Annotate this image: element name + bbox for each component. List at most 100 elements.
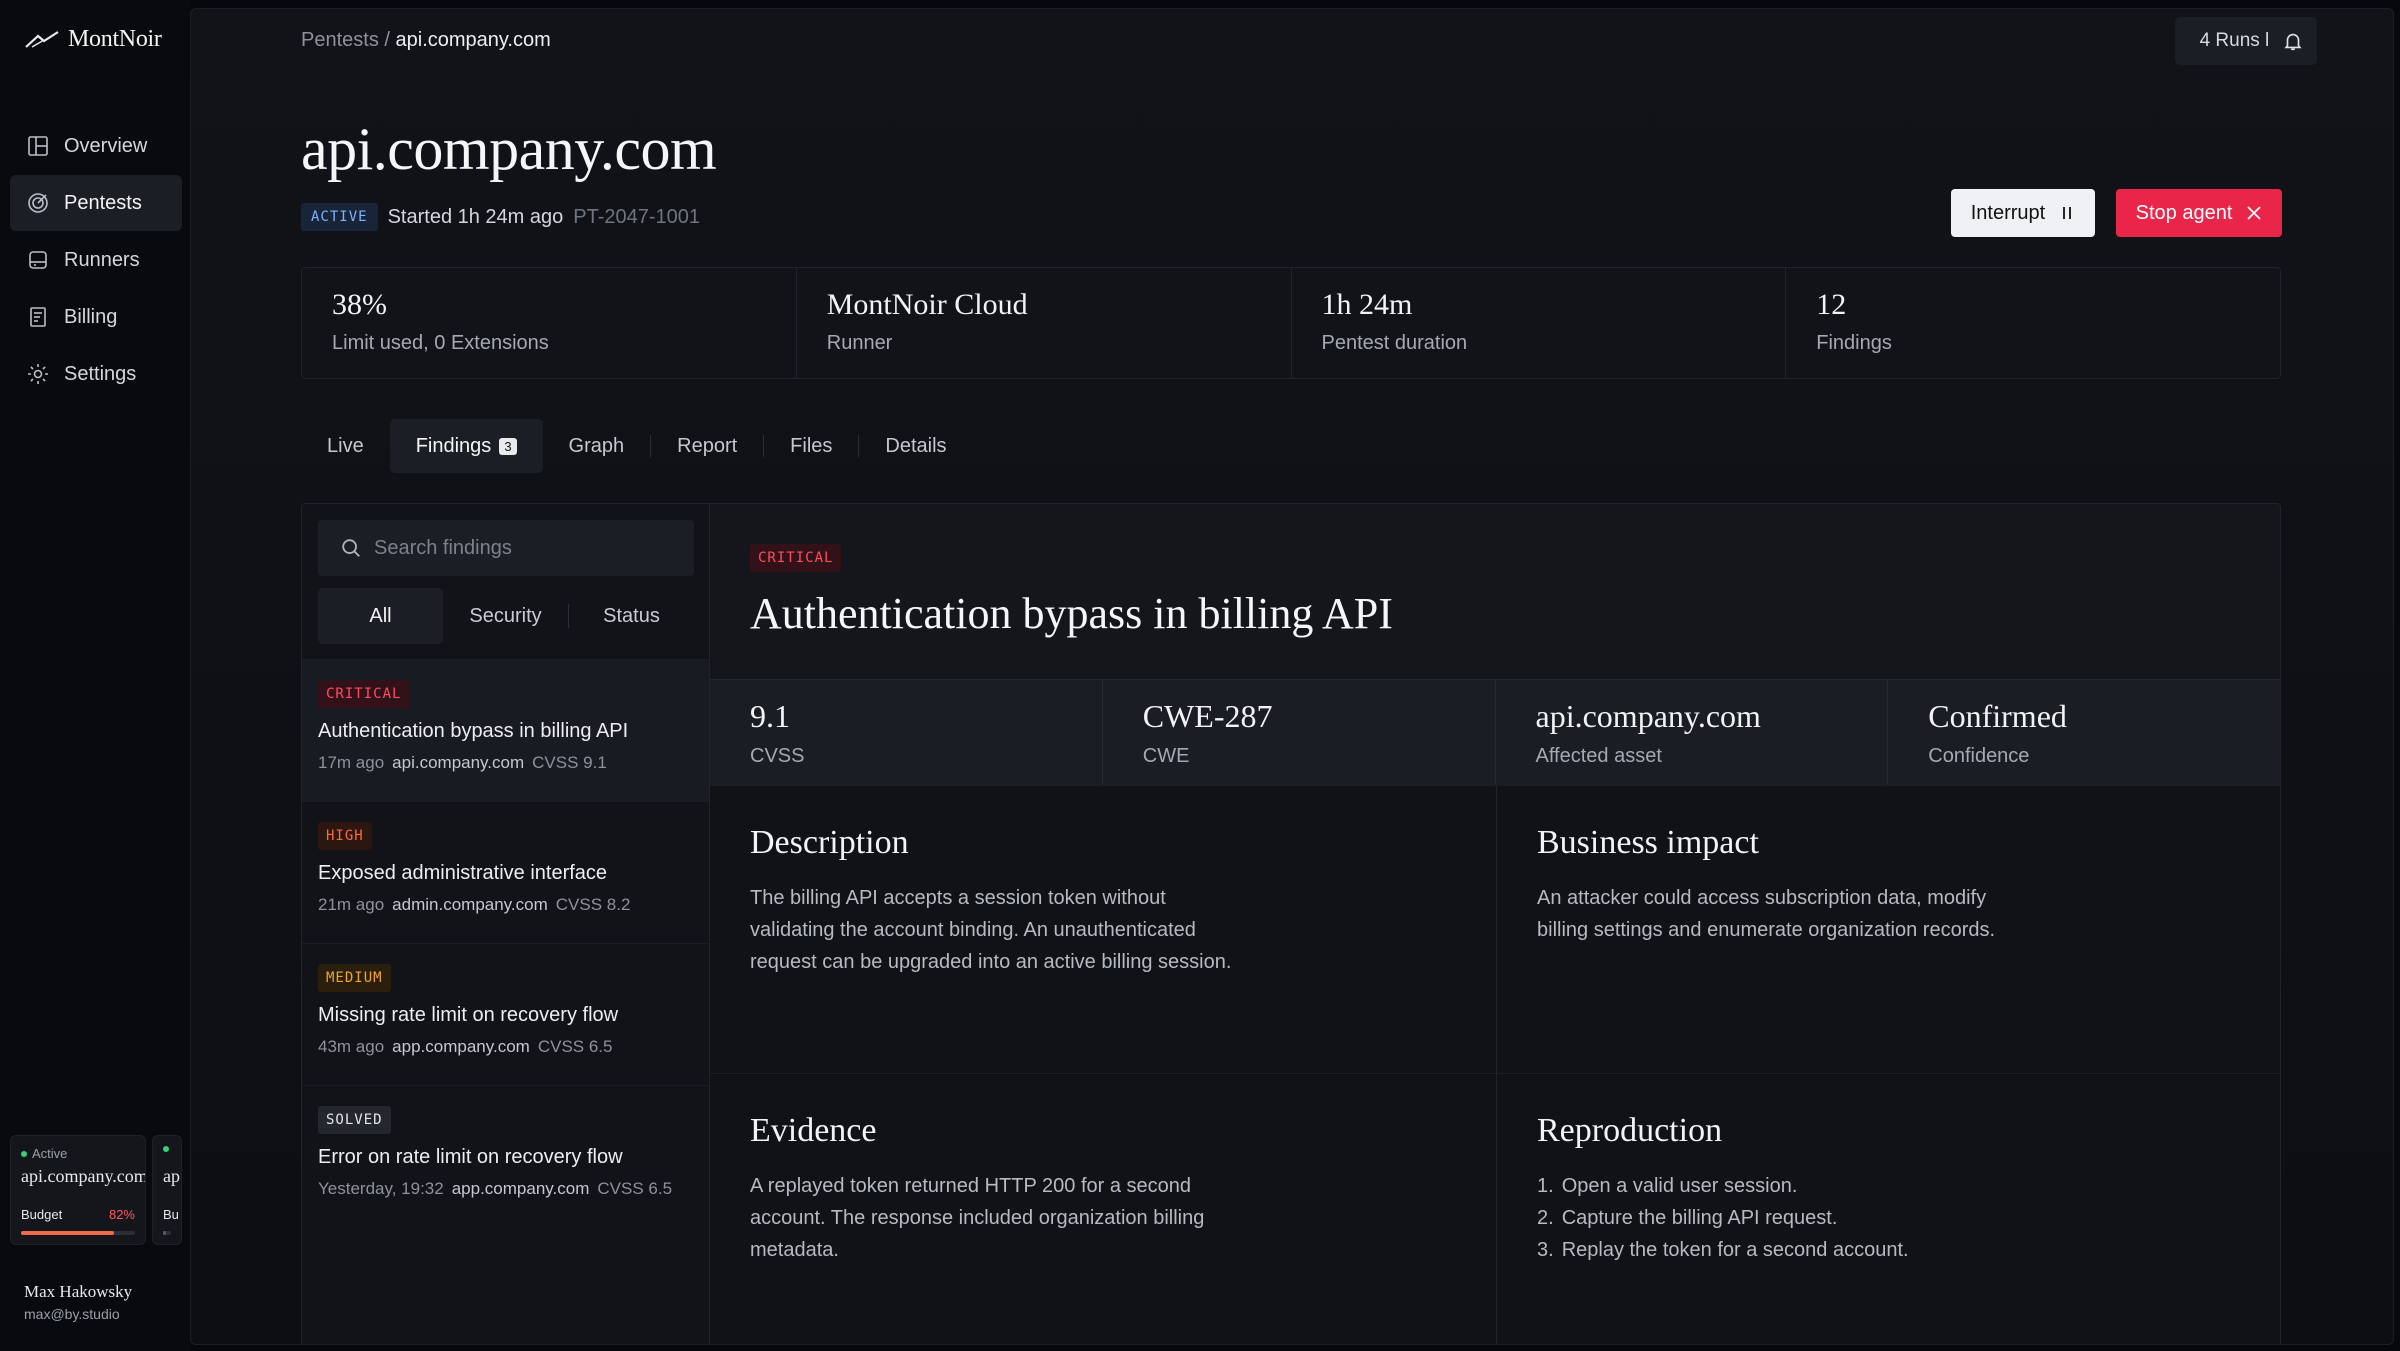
step-number: 1. (1537, 1175, 1554, 1197)
tab-label: Findings (415, 434, 492, 457)
fact-asset: api.company.com Affected asset (1496, 680, 1889, 785)
active-run-card[interactable]: ap Bu (152, 1135, 182, 1245)
finding-cvss: CVSS 9.1 (532, 753, 607, 772)
fact-cwe: CWE-287 CWE (1103, 680, 1496, 785)
active-run-card[interactable]: Active api.company.com Budget 82% (10, 1135, 146, 1245)
severity-badge: SOLVED (318, 1106, 391, 1134)
reproduction-section: Reproduction 1. Open a valid user session… (1496, 1073, 2280, 1344)
stat-label: Runner (826, 332, 893, 354)
tab-graph[interactable]: Graph (543, 419, 651, 473)
severity-badge: MEDIUM (318, 964, 391, 992)
filter-status[interactable]: Status (569, 588, 694, 644)
finding-cvss: CVSS 6.5 (537, 1037, 613, 1056)
tab-label: Graph (568, 434, 625, 457)
step-item: 3. Replay the token for a second account. (1537, 1234, 2280, 1266)
tab-report[interactable]: Report (651, 419, 763, 473)
finding-title: Exposed administrative interface (318, 862, 608, 884)
tab-details[interactable]: Details (859, 419, 972, 473)
section-title: Reproduction (1537, 1112, 1723, 1149)
finding-item[interactable]: CRITICAL Authentication bypass in billin… (302, 659, 709, 801)
sidebar-item-label: Billing (64, 305, 118, 328)
sidebar-item-label: Pentests (64, 191, 142, 214)
run-asset: ap (163, 1166, 180, 1186)
search-placeholder: Search findings (374, 536, 512, 559)
budget-label: Budget (21, 1207, 63, 1222)
filter-all[interactable]: All (318, 588, 443, 644)
stat-label: Findings (1816, 332, 1892, 354)
detail-title: Authentication bypass in billing API (750, 589, 1393, 638)
stat-findings: 12 Findings (1786, 268, 2280, 378)
user-name: Max Hakowsky (24, 1282, 133, 1301)
fact-confidence: Confirmed Confidence (1888, 680, 2280, 785)
finding-meta: Yesterday, 19:32 app.company.com CVSS 6.5 (318, 1179, 709, 1199)
sidebar-item-pentests[interactable]: Pentests (10, 175, 182, 231)
tab-label: Live (327, 434, 364, 457)
finding-time: 43m ago (318, 1037, 385, 1056)
filter-security[interactable]: Security (443, 588, 568, 644)
tab-label: Report (677, 434, 738, 457)
tab-files[interactable]: Files (764, 419, 858, 473)
run-asset: api.company.com (21, 1166, 146, 1186)
sidebar-item-runners[interactable]: Runners (10, 232, 182, 288)
finding-asset: admin.company.com (392, 895, 548, 914)
app-name: MontNoir (68, 26, 162, 52)
sidebar-item-billing[interactable]: Billing (10, 289, 182, 345)
sidebar-item-settings[interactable]: Settings (10, 346, 182, 402)
sidebar-item-overview[interactable]: Overview (10, 118, 182, 174)
findings-list-pane: Search findings All Security Status CRIT… (302, 504, 710, 1344)
sidebar-item-label: Runners (64, 248, 140, 271)
stop-agent-label: Stop agent (2135, 201, 2233, 224)
finding-item[interactable]: HIGH Exposed administrative interface 21… (302, 801, 709, 943)
search-icon (342, 539, 360, 557)
finding-asset: app.company.com (451, 1179, 590, 1198)
fact-label: CVSS (750, 745, 805, 767)
sidebar-nav: Overview Pentests Runners Billing Settin… (10, 118, 182, 403)
section-title: Business impact (1537, 824, 1759, 861)
pentest-meta: ACTIVE Started 1h 24m ago PT-2047-1001 (301, 203, 700, 231)
user-email: max@by.studio (24, 1306, 120, 1322)
fact-value: Confirmed (1928, 698, 2067, 734)
stat-value: 12 (1816, 288, 1847, 321)
tab-bar: Live Findings 3 Graph Report Files Detail… (301, 419, 973, 473)
finding-time: 21m ago (318, 895, 385, 914)
status-dot-icon (163, 1146, 169, 1152)
sidebar: MontNoir Overview Pentests Runners Billi… (0, 0, 190, 1351)
finding-item[interactable]: MEDIUM Missing rate limit on recovery fl… (302, 943, 709, 1085)
stat-duration: 1h 24m Pentest duration (1292, 268, 1787, 378)
finding-title: Authentication bypass in billing API (318, 720, 629, 742)
section-title: Description (750, 824, 909, 861)
interrupt-button[interactable]: Interrupt (1951, 189, 2095, 237)
app-logo[interactable]: MontNoir (24, 26, 162, 53)
finding-detail: CRITICAL Authentication bypass in billin… (710, 504, 2280, 1344)
finding-asset: app.company.com (392, 1037, 530, 1056)
fact-label: CWE (1142, 745, 1190, 767)
budget-bar (21, 1231, 135, 1235)
finding-meta: 17m ago api.company.com CVSS 9.1 (318, 753, 709, 773)
detail-header: CRITICAL Authentication bypass in billin… (710, 504, 2280, 679)
started-text: Started 1h 24m ago (387, 205, 564, 228)
breadcrumb: Pentests / api.company.com (301, 29, 551, 52)
tab-findings[interactable]: Findings 3 (389, 419, 543, 473)
finding-time: Yesterday, 19:32 (318, 1179, 444, 1198)
sidebar-item-label: Overview (64, 134, 148, 157)
stop-agent-button[interactable]: Stop agent (2116, 189, 2282, 237)
tab-live[interactable]: Live (301, 419, 390, 473)
section-body: The billing API accepts a session token … (750, 887, 1232, 973)
finding-time: 17m ago (318, 753, 385, 772)
severity-badge: HIGH (318, 822, 372, 850)
search-input[interactable]: Search findings (318, 520, 694, 576)
section-title: Evidence (750, 1112, 877, 1149)
stat-value: 1h 24m (1321, 288, 1413, 321)
filter-tabs: All Security Status (318, 588, 694, 644)
detail-facts: 9.1 CVSS CWE-287 CWE api.company.com Aff… (710, 679, 2280, 785)
step-number: 2. (1537, 1207, 1554, 1229)
evidence-section: Evidence A replayed token returned HTTP … (710, 1073, 1496, 1344)
finding-item[interactable]: SOLVED Error on rate limit on recovery f… (302, 1085, 709, 1227)
budget-label: Bu (163, 1207, 179, 1222)
user-profile[interactable]: Max Hakowsky max@by.studio (24, 1282, 132, 1322)
section-body: An attacker could access subscription da… (1537, 887, 1996, 941)
run-status (163, 1146, 169, 1152)
breadcrumb-parent[interactable]: Pentests (301, 29, 379, 51)
notifications-button[interactable] (2269, 17, 2317, 65)
budget-percent: 82% (108, 1207, 135, 1222)
